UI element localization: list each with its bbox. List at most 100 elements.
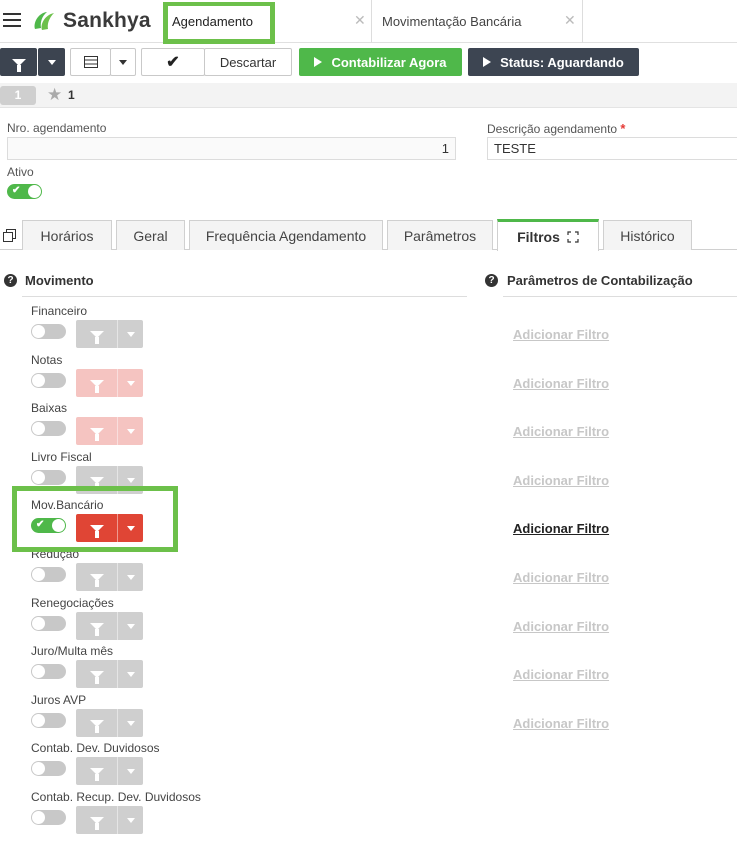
help-icon[interactable]: ? <box>485 274 498 287</box>
add-filter-link[interactable]: Adicionar Filtro <box>513 716 609 731</box>
add-filter-link[interactable]: Adicionar Filtro <box>513 424 609 439</box>
movimento-item-filter-button[interactable] <box>76 709 143 737</box>
tab-label: Filtros <box>517 228 560 245</box>
filter-dropdown[interactable] <box>117 320 143 348</box>
funnel-icon <box>89 719 104 733</box>
status-button[interactable]: Status: Aguardando <box>468 48 639 76</box>
tab-label: Agendamento <box>172 14 253 29</box>
chevron-down-icon <box>126 720 135 726</box>
sankhya-logo-icon <box>34 12 54 30</box>
star-icon[interactable]: ★ <box>47 85 62 105</box>
filter-action[interactable] <box>76 806 117 834</box>
tab-movimentacao-bancaria[interactable]: Movimentação Bancária ✕ <box>373 0 583 43</box>
filter-action[interactable] <box>76 709 117 737</box>
add-filter-link[interactable]: Adicionar Filtro <box>513 667 609 682</box>
chevron-down-icon <box>126 331 135 337</box>
label-text: Descrição agendamento <box>487 122 618 136</box>
movimento-item-toggle[interactable] <box>31 761 66 776</box>
brand-name: Sankhya <box>63 9 151 32</box>
discard-button[interactable]: Descartar <box>204 48 292 76</box>
record-count: 1 <box>68 88 75 102</box>
menu-icon[interactable] <box>3 13 21 29</box>
filter-action[interactable] <box>76 660 117 688</box>
movimento-item-toggle[interactable] <box>31 713 66 728</box>
filter-dropdown[interactable] <box>117 369 143 397</box>
funnel-icon <box>89 427 104 441</box>
funnel-icon <box>11 58 26 72</box>
filter-dropdown-button[interactable] <box>38 48 65 76</box>
close-icon[interactable]: ✕ <box>354 12 366 29</box>
movimento-item-filter-button[interactable] <box>76 563 143 591</box>
movimento-item-filter-button[interactable] <box>76 660 143 688</box>
add-filter-link[interactable]: Adicionar Filtro <box>513 570 609 585</box>
movimento-item-toggle[interactable] <box>31 470 66 485</box>
tab-frequencia-agendamento[interactable]: Frequência Agendamento <box>189 220 383 250</box>
filter-button[interactable] <box>0 48 37 76</box>
copy-icon[interactable] <box>2 228 17 243</box>
movimento-item-filter-button[interactable] <box>76 757 143 785</box>
descricao-agendamento-field[interactable]: TESTE <box>487 137 737 160</box>
filter-action[interactable] <box>76 369 117 397</box>
top-bar: Sankhya Agendamento ✕ Movimentação Bancá… <box>0 0 737 44</box>
tab-agendamento[interactable]: Agendamento ✕ <box>163 0 372 44</box>
filter-action[interactable] <box>76 612 117 640</box>
filter-dropdown[interactable] <box>117 563 143 591</box>
record-number-badge[interactable]: 1 <box>0 86 36 105</box>
filter-dropdown[interactable] <box>117 806 143 834</box>
chevron-down-icon <box>126 623 135 629</box>
funnel-icon <box>89 476 104 490</box>
help-icon[interactable]: ? <box>4 274 17 287</box>
funnel-icon <box>89 330 104 344</box>
add-filter-link[interactable]: Adicionar Filtro <box>513 521 609 536</box>
tab-parametros[interactable]: Parâmetros <box>387 220 493 250</box>
funnel-icon <box>89 573 104 587</box>
confirm-button[interactable]: ✔ <box>141 48 205 76</box>
filter-action[interactable] <box>76 320 117 348</box>
selection-highlight <box>12 486 178 552</box>
movimento-item-filter-button[interactable] <box>76 806 143 834</box>
movimento-item-toggle[interactable] <box>31 373 66 388</box>
movimento-item-filter-button[interactable] <box>76 417 143 445</box>
movimento-item-label: Livro Fiscal <box>31 450 92 464</box>
funnel-icon <box>89 816 104 830</box>
movimento-item-toggle[interactable] <box>31 421 66 436</box>
contabilizar-agora-button[interactable]: Contabilizar Agora <box>299 48 462 76</box>
nro-agendamento-label: Nro. agendamento <box>7 121 107 135</box>
nro-agendamento-field[interactable]: 1 <box>7 137 456 160</box>
chevron-down-icon <box>126 477 135 483</box>
add-filter-link[interactable]: Adicionar Filtro <box>513 376 609 391</box>
ativo-label: Ativo <box>7 165 34 179</box>
filter-dropdown[interactable] <box>117 709 143 737</box>
movimento-item-toggle[interactable] <box>31 324 66 339</box>
tab-geral[interactable]: Geral <box>116 220 185 250</box>
filter-dropdown[interactable] <box>117 612 143 640</box>
close-icon[interactable]: ✕ <box>564 12 576 29</box>
movimento-item-filter-button[interactable] <box>76 612 143 640</box>
funnel-icon <box>89 670 104 684</box>
tab-horarios[interactable]: Horários <box>22 220 112 250</box>
movimento-item-toggle[interactable] <box>31 616 66 631</box>
movimento-item-toggle[interactable] <box>31 664 66 679</box>
filter-action[interactable] <box>76 417 117 445</box>
add-filter-link[interactable]: Adicionar Filtro <box>513 619 609 634</box>
tab-historico[interactable]: Histórico <box>603 220 692 250</box>
movimento-item-toggle[interactable] <box>31 810 66 825</box>
movimento-item-filter-button[interactable] <box>76 369 143 397</box>
filter-dropdown[interactable] <box>117 417 143 445</box>
add-filter-link[interactable]: Adicionar Filtro <box>513 473 609 488</box>
movimento-item-toggle[interactable] <box>31 567 66 582</box>
tab-filtros[interactable]: Filtros <box>497 219 599 251</box>
add-filter-link[interactable]: Adicionar Filtro <box>513 327 609 342</box>
movimento-title: Movimento <box>25 273 94 288</box>
filter-dropdown[interactable] <box>117 757 143 785</box>
movimento-item-filter-button[interactable] <box>76 320 143 348</box>
movimento-item-label: Baixas <box>31 401 68 415</box>
filter-action[interactable] <box>76 563 117 591</box>
ativo-toggle[interactable]: ✔ <box>7 184 42 199</box>
grid-view-button[interactable] <box>70 48 111 76</box>
required-marker: * <box>620 121 626 136</box>
filter-dropdown[interactable] <box>117 660 143 688</box>
toolbar: ✔ Descartar Contabilizar Agora Status: A… <box>0 48 737 76</box>
grid-dropdown-button[interactable] <box>110 48 136 76</box>
filter-action[interactable] <box>76 757 117 785</box>
